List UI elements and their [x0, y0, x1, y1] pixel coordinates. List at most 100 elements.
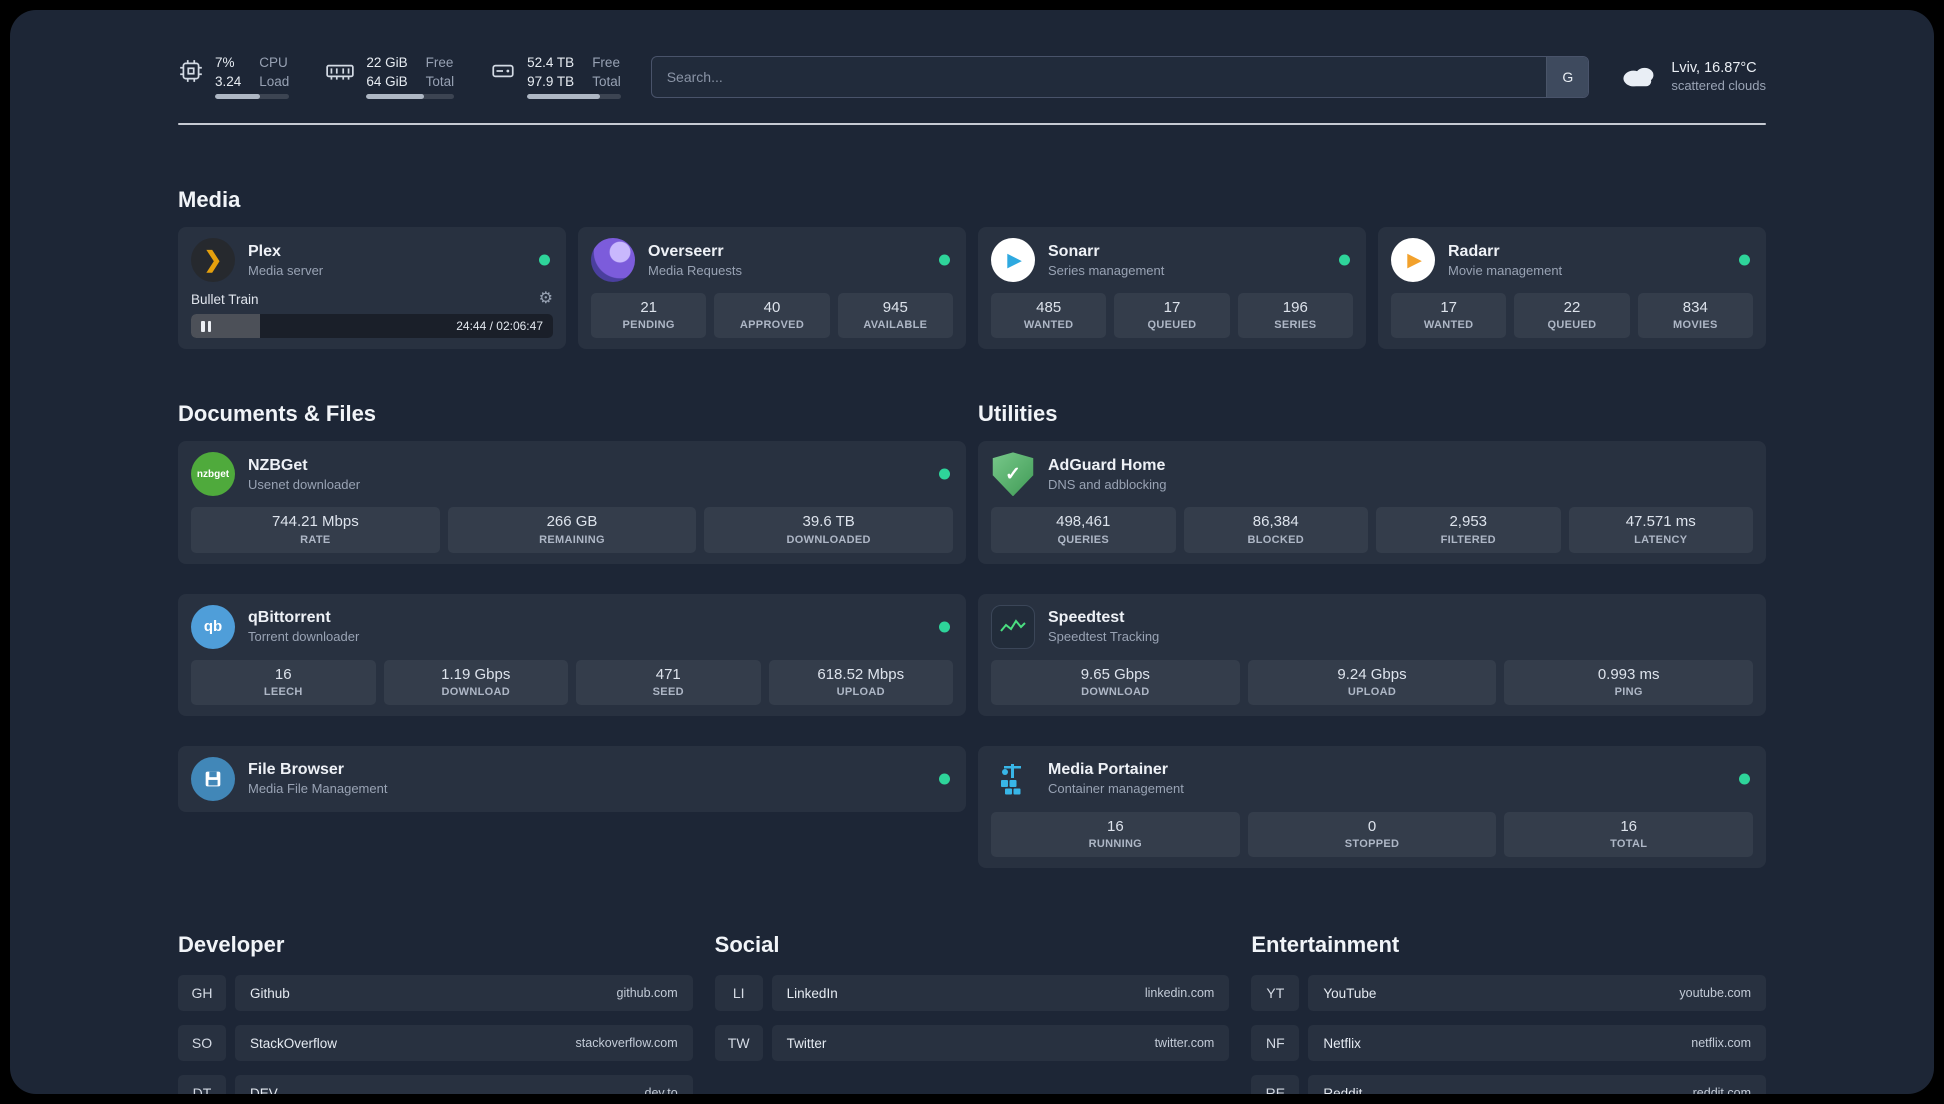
service-subtitle: Speedtest Tracking — [1048, 629, 1160, 645]
service-card-adguard[interactable]: ✓ AdGuard Home DNS and adblocking 498,46… — [978, 441, 1766, 564]
stat-tile: 266 GB REMAINING — [447, 507, 697, 553]
portainer-icon — [991, 757, 1035, 801]
overseerr-icon — [591, 238, 635, 283]
documents-section: Documents & Files nzbget NZBGet Usenet d… — [178, 401, 966, 812]
header-divider — [178, 123, 1766, 126]
bookmark-abbr[interactable]: NF — [1251, 1025, 1300, 1062]
weather-location: Lviv, 16.87°C — [1671, 60, 1757, 77]
service-name: AdGuard Home — [1048, 456, 1166, 474]
utilities-section: Utilities ✓ AdGuard Home DNS and adblock… — [978, 401, 1766, 869]
service-card-overseerr[interactable]: Overseerr Media Requests 21 PENDING 40 APP… — [578, 227, 966, 350]
service-name: Plex — [248, 242, 281, 260]
nzbget-icon: nzbget — [191, 452, 235, 497]
service-card-qbittorrent[interactable]: qb qBittorrent Torrent downloader 16 LEEC… — [178, 593, 966, 716]
bookmark-abbr[interactable]: RE — [1251, 1075, 1300, 1094]
disk-total-label: Total — [592, 73, 621, 89]
bookmark-github[interactable]: GH Github github.com — [178, 975, 693, 1012]
bookmark-abbr[interactable]: YT — [1251, 975, 1300, 1012]
bookmark-linkedin[interactable]: LI LinkedIn linkedin.com — [714, 975, 1230, 1012]
bookmark-abbr[interactable]: GH — [178, 975, 226, 1012]
memory-total-label: Total — [425, 73, 455, 89]
bookmark-link[interactable]: Twitter twitter.com — [771, 1025, 1230, 1062]
service-subtitle: Movie management — [1448, 262, 1563, 278]
service-subtitle: Series management — [1048, 262, 1165, 278]
service-name: qBittorrent — [248, 609, 331, 627]
service-name: Media Portainer — [1048, 761, 1169, 779]
service-name: NZBGet — [248, 456, 308, 474]
status-dot — [939, 773, 950, 785]
stat-tile: 40 APPROVED — [714, 293, 830, 339]
playback-progress-bar[interactable]: 24:44 / 02:06:47 — [191, 314, 553, 339]
bookmark-netflix[interactable]: NF Netflix netflix.com — [1251, 1025, 1766, 1062]
bookmark-link[interactable]: YouTube youtube.com — [1308, 975, 1766, 1012]
service-card-nzbget[interactable]: nzbget NZBGet Usenet downloader 744.21 M… — [178, 441, 966, 564]
cpu-percent: 7% — [215, 55, 235, 70]
search-input[interactable] — [650, 55, 1590, 98]
service-subtitle: Usenet downloader — [248, 476, 361, 492]
section-title-documents: Documents & Files — [178, 401, 377, 427]
bookmark-group-entertainment: Entertainment YT YouTube youtube.com NF … — [1251, 932, 1766, 1094]
bookmark-link[interactable]: LinkedIn linkedin.com — [771, 975, 1230, 1012]
service-card-radarr[interactable]: ▶ Radarr Movie management 17 WANTED 22 QUE… — [1378, 227, 1766, 350]
stat-tile: 16 RUNNING — [991, 811, 1240, 858]
status-dot — [939, 621, 950, 633]
cloud-icon — [1619, 59, 1659, 94]
bookmark-link[interactable]: Github github.com — [235, 975, 693, 1012]
bookmark-link[interactable]: Netflix netflix.com — [1308, 1025, 1766, 1062]
speedtest-icon — [991, 604, 1035, 649]
service-subtitle: DNS and adblocking — [1048, 476, 1167, 492]
stat-tile: 196 SERIES — [1237, 293, 1353, 339]
stat-tile: 2,953 FILTERED — [1376, 507, 1561, 553]
playback-time: 24:44 / 02:06:47 — [456, 319, 543, 334]
bookmark-abbr[interactable]: LI — [714, 975, 763, 1012]
bookmark-twitter[interactable]: TW Twitter twitter.com — [714, 1025, 1230, 1062]
stat-tile: 485 WANTED — [991, 293, 1107, 339]
memory-icon — [325, 54, 355, 84]
cpu-icon — [178, 54, 204, 84]
plex-icon: ❯ — [191, 238, 235, 283]
bookmark-link[interactable]: Reddit reddit.com — [1308, 1075, 1766, 1094]
service-card-speedtest[interactable]: Speedtest Speedtest Tracking 9.65 Gbps DO… — [978, 593, 1766, 716]
bookmark-link[interactable]: StackOverflow stackoverflow.com — [235, 1025, 693, 1062]
status-dot — [1739, 773, 1750, 785]
bookmark-abbr[interactable]: TW — [714, 1025, 763, 1062]
bookmark-abbr[interactable]: SO — [178, 1025, 226, 1062]
weather-condition: scattered clouds — [1671, 78, 1766, 94]
bookmark-dev[interactable]: DT DEV dev.to — [178, 1075, 693, 1094]
settings-gear-icon[interactable]: ⚙ — [539, 291, 553, 307]
pause-icon[interactable] — [201, 320, 211, 332]
bookmark-link[interactable]: DEV dev.to — [235, 1075, 693, 1094]
bookmark-youtube[interactable]: YT YouTube youtube.com — [1251, 975, 1766, 1012]
memory-usage-bar — [366, 94, 455, 100]
stat-tile: 22 QUEUED — [1514, 293, 1630, 339]
service-card-portainer[interactable]: Media Portainer Container management 16 R… — [978, 745, 1766, 869]
search-provider-button[interactable]: G — [1546, 56, 1589, 97]
section-title-entertainment: Entertainment — [1251, 932, 1400, 958]
disk-icon — [490, 54, 516, 84]
cpu-usage-bar — [215, 94, 290, 100]
radarr-icon: ▶ — [1391, 238, 1435, 283]
section-title-developer: Developer — [178, 932, 285, 958]
stat-tile: 86,384 BLOCKED — [1183, 507, 1368, 553]
memory-widget: 22 GiB 64 GiB Free Total — [325, 54, 455, 100]
now-playing-widget: Bullet Train ⚙ 24:44 / 02:06:47 — [191, 291, 553, 339]
memory-free-label: Free — [425, 55, 454, 70]
bookmark-abbr[interactable]: DT — [178, 1075, 226, 1094]
service-card-filebrowser[interactable]: File Browser Media File Management — [178, 745, 966, 812]
disk-widget: 52.4 TB 97.9 TB Free Total — [490, 54, 621, 100]
sonarr-icon: ▶ — [991, 238, 1035, 283]
stat-tile: 834 MOVIES — [1637, 293, 1753, 339]
stat-tile: 47.571 ms LATENCY — [1568, 507, 1753, 553]
bookmark-reddit[interactable]: RE Reddit reddit.com — [1251, 1075, 1766, 1094]
stat-tile: 9.24 Gbps UPLOAD — [1247, 659, 1497, 705]
bookmark-stackoverflow[interactable]: SO StackOverflow stackoverflow.com — [178, 1025, 693, 1062]
disk-total: 97.9 TB — [527, 73, 575, 89]
stat-tile: 1.19 Gbps DOWNLOAD — [383, 659, 568, 705]
disk-free-label: Free — [592, 55, 620, 70]
service-card-plex[interactable]: ❯ Plex Media server Bullet Train ⚙ 24:44… — [178, 227, 566, 350]
status-dot — [939, 468, 950, 480]
dashboard-frame: 7% 3.24 CPU Load 22 GiB 64 GiB Free Tota… — [10, 10, 1934, 1094]
bookmark-group-social: Social LI LinkedIn linkedin.com TW Twitt… — [714, 932, 1230, 1062]
service-name: Speedtest — [1048, 609, 1125, 627]
service-card-sonarr[interactable]: ▶ Sonarr Series management 485 WANTED 17 Q… — [978, 227, 1366, 350]
